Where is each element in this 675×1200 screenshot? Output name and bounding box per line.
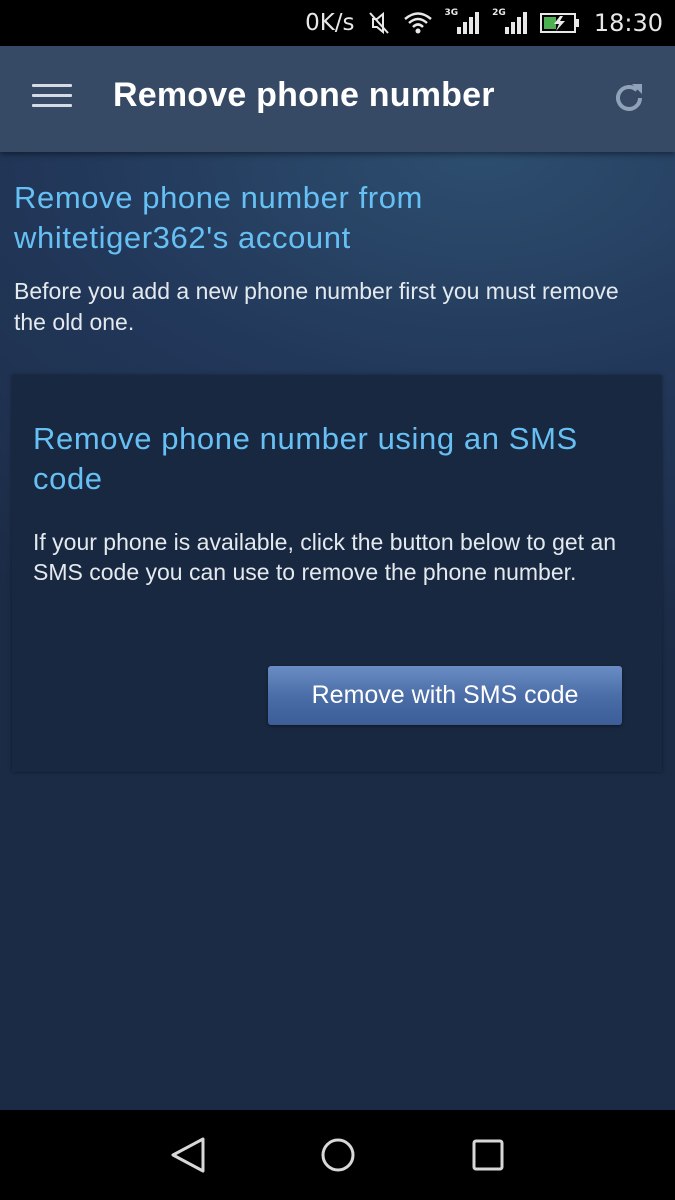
back-icon[interactable] (165, 1132, 211, 1178)
main-content: Remove phone number from whitetiger362's… (0, 152, 675, 1110)
intro-text: Before you add a new phone number first … (14, 278, 619, 335)
signal-3g-indicator: 3G (444, 8, 481, 35)
remove-with-sms-button[interactable]: Remove with SMS code (268, 666, 622, 725)
network-type-3g: 3G (444, 8, 459, 18)
recents-icon[interactable] (465, 1132, 511, 1178)
network-speed: 0K/s (305, 10, 355, 36)
status-clock: 18:30 (593, 9, 663, 37)
wifi-icon (403, 11, 433, 35)
battery-charging-icon (539, 12, 580, 34)
status-bar: 0K/s 3G 2G 18:30 (0, 0, 675, 46)
signal-2g-indicator: 2G (492, 8, 528, 35)
home-icon[interactable] (315, 1132, 361, 1178)
network-type-2g: 2G (492, 8, 506, 18)
hamburger-menu-icon[interactable] (32, 84, 72, 112)
sms-removal-card: Remove phone number using an SMS code If… (12, 375, 662, 772)
signal-icon (457, 12, 480, 34)
page-title: Remove phone number (113, 76, 495, 114)
signal-icon (504, 12, 527, 34)
account-heading: Remove phone number from whitetiger362's… (14, 180, 423, 255)
navigation-bar (0, 1110, 675, 1200)
refresh-icon[interactable] (611, 80, 647, 116)
app-bar: Remove phone number (0, 46, 675, 152)
mute-icon (367, 10, 391, 36)
card-description: If your phone is available, click the bu… (33, 529, 617, 585)
card-heading: Remove phone number using an SMS code (33, 421, 578, 496)
